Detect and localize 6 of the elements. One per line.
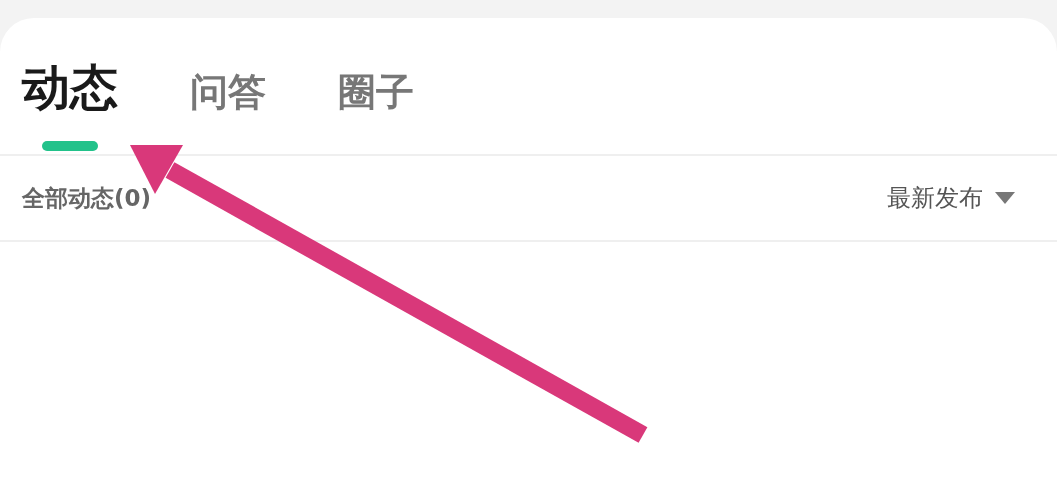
tab[interactable]: 动态 xyxy=(22,63,118,111)
filter-label: 全部动态(0) xyxy=(22,183,152,213)
caret-icon xyxy=(995,192,1015,204)
tab[interactable]: 圈子 xyxy=(338,73,414,111)
sort-dropdown[interactable]: 最新发布 xyxy=(887,180,1035,216)
tab[interactable]: 问答 xyxy=(190,73,266,111)
